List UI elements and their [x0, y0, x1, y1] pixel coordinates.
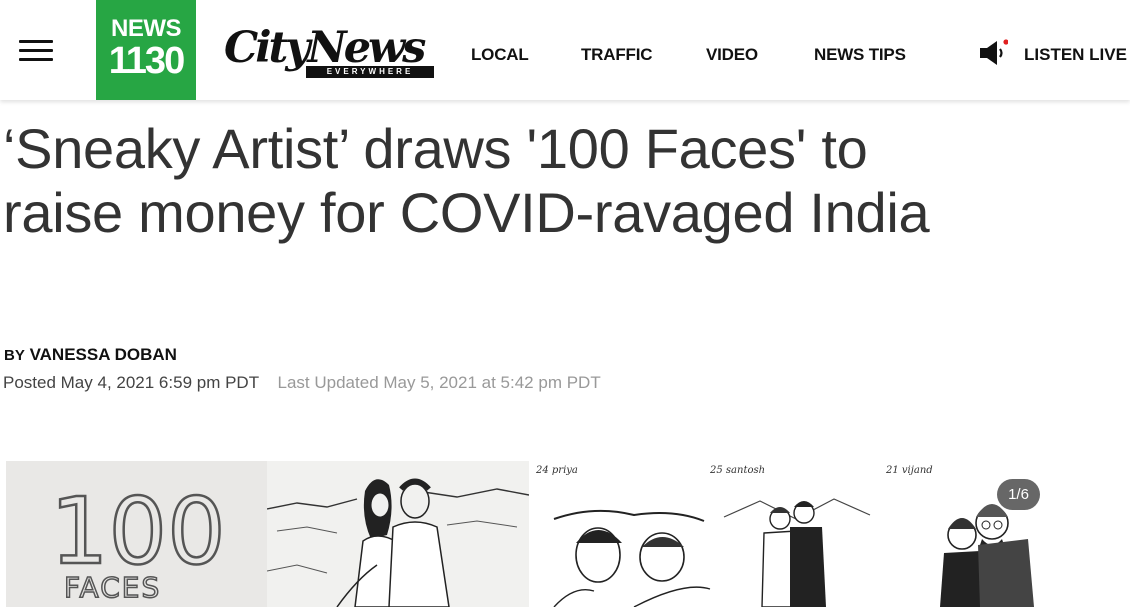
site-header: NEWS 1130 CityNews EVERYWHERE LOCAL TRAF…	[0, 0, 1130, 100]
listen-live-button[interactable]: LISTEN LIVE	[978, 36, 1128, 72]
nav-news-tips[interactable]: NEWS TIPS	[814, 45, 906, 65]
citynews-logo[interactable]: CityNews EVERYWHERE	[224, 24, 436, 80]
gallery-image-100-faces[interactable]: 100 FACES	[6, 461, 267, 607]
gallery-counter: 1/6	[997, 479, 1040, 510]
nav-video[interactable]: VIDEO	[706, 45, 758, 65]
listen-live-label: LISTEN LIVE	[1024, 45, 1127, 64]
updated-date: Last Updated May 5, 2021 at 5:42 pm PDT	[277, 373, 601, 392]
article-headline: ‘Sneaky Artist’ draws '100 Faces' to rai…	[3, 117, 930, 244]
image-gallery[interactable]: 100 FACES 24 priya 25 santosh 21 vijand	[6, 461, 1130, 607]
nav-local[interactable]: LOCAL	[471, 45, 529, 65]
hamburger-menu-icon[interactable]	[19, 40, 53, 62]
sketch-title-word: FACES	[64, 571, 161, 604]
article-byline: BY VANESSA DOBAN	[4, 345, 177, 366]
author-link[interactable]: VANESSA DOBAN	[30, 345, 177, 364]
citynews-tagline: EVERYWHERE	[306, 66, 434, 78]
news1130-logo[interactable]: NEWS 1130	[96, 0, 196, 100]
gallery-image-sketch-cards[interactable]: 24 priya 25 santosh 21 vijand	[534, 461, 1130, 607]
citynews-wordmark: CityNews	[224, 23, 426, 73]
sketch-label-1: 24 priya	[535, 465, 578, 476]
posted-date: Posted May 4, 2021 6:59 pm PDT	[3, 373, 259, 392]
logo-line1: NEWS	[111, 15, 182, 42]
logo-line2: 1130	[108, 40, 185, 82]
sketch-label-3: 21 vijand	[885, 465, 933, 476]
speaker-icon	[980, 39, 1008, 65]
article-dates: Posted May 4, 2021 6:59 pm PDT Last Upda…	[3, 373, 601, 393]
byline-prefix: BY	[4, 347, 25, 364]
sketch-couple	[266, 478, 530, 607]
sketch-100-faces: 100 FACES	[49, 477, 227, 605]
sketch-label-2: 25 santosh	[709, 465, 765, 476]
sketch-cards: 24 priya 25 santosh 21 vijand	[535, 465, 1034, 607]
sketch-title-number: 100	[50, 478, 226, 585]
gallery-image-couple-sketch[interactable]	[266, 461, 530, 607]
nav-traffic[interactable]: TRAFFIC	[581, 45, 653, 65]
live-indicator-dot	[1003, 39, 1008, 45]
